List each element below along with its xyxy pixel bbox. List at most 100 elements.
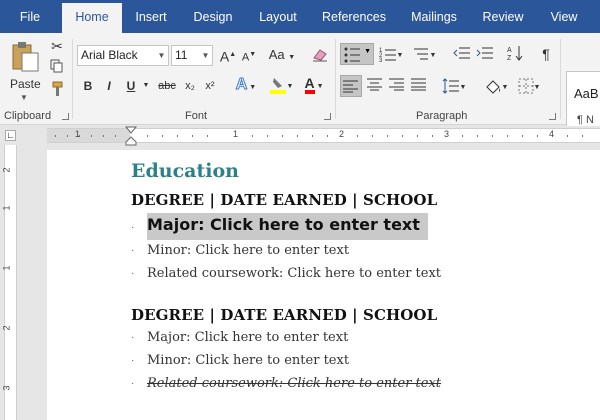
tab-references[interactable]: References	[310, 0, 398, 33]
tab-file[interactable]: File	[0, 0, 60, 33]
format-painter-icon[interactable]	[48, 81, 66, 99]
subscript-button[interactable]: x₂	[182, 77, 198, 95]
tab-insert[interactable]: Insert	[122, 0, 180, 33]
vruler-number: 2	[1, 325, 12, 331]
chevron-down-icon[interactable]: ▼	[142, 77, 150, 95]
ruler-tick	[67, 135, 68, 137]
align-right-icon[interactable]	[388, 77, 406, 95]
ruler-tick	[462, 135, 463, 137]
ruler-tick	[357, 135, 358, 137]
chevron-down-icon: ▼	[157, 51, 166, 60]
ruler-tick	[162, 135, 163, 137]
tab-mailings[interactable]: Mailings	[398, 0, 470, 33]
ruler-tick	[417, 135, 418, 137]
ruler-tick	[267, 135, 268, 137]
paragraph-launcher-icon[interactable]	[549, 113, 556, 120]
sort-icon[interactable]: AZ	[506, 45, 524, 63]
justify-icon[interactable]	[410, 77, 428, 95]
line-spacing-icon[interactable]: ▼	[440, 77, 468, 95]
align-center-icon[interactable]	[366, 77, 384, 95]
vruler-number: 2	[1, 167, 12, 173]
ruler-tick	[537, 135, 538, 137]
ribbon-home: Paste ▼ ✂ Clipboard Arial Black ▼ 11 ▼ A…	[0, 33, 600, 139]
ruler-tick	[492, 135, 493, 137]
text-effects-button[interactable]: A ▼	[233, 76, 259, 94]
tab-home[interactable]: Home	[62, 3, 122, 33]
ruler-tick	[297, 135, 298, 137]
paragraph-group-label: Paragraph	[416, 110, 468, 122]
font-launcher-icon[interactable]	[324, 113, 331, 120]
multilevel-list-icon[interactable]: ▼	[410, 45, 438, 63]
tab-review[interactable]: Review	[470, 0, 536, 33]
svg-text:Z: Z	[507, 55, 512, 61]
bullets-button[interactable]: ▼	[340, 43, 374, 65]
list-item[interactable]: Major: Click here to enter text	[147, 330, 348, 345]
entry-heading[interactable]: DEGREE | DATE EARNED | SCHOOL	[131, 306, 437, 324]
show-formatting-marks-button[interactable]: ¶	[537, 45, 555, 63]
list-item-strikethrough[interactable]: Related coursework: Click here to enter …	[147, 376, 441, 391]
bold-button[interactable]: B	[80, 77, 96, 95]
list-item[interactable]: Minor: Click here to enter text	[147, 353, 349, 368]
list-item[interactable]: Minor: Click here to enter text	[147, 243, 349, 258]
copy-icon[interactable]	[48, 59, 66, 77]
ruler-tick	[387, 135, 388, 137]
shading-icon[interactable]: ▼	[482, 77, 510, 95]
section-heading[interactable]: Education	[131, 160, 239, 182]
grow-font-button[interactable]: A▲	[219, 46, 237, 65]
superscript-button[interactable]: x²	[202, 77, 218, 95]
entry-heading[interactable]: DEGREE | DATE EARNED | SCHOOL	[131, 191, 437, 209]
underline-button[interactable]: U	[123, 77, 139, 95]
vertical-ruler[interactable]: 2 1 1 2 3	[0, 145, 20, 420]
font-name-combo[interactable]: Arial Black ▼	[77, 45, 169, 66]
vruler-number: 1	[1, 205, 12, 211]
font-color-icon: A	[304, 76, 315, 94]
shrink-font-button[interactable]: A▼	[240, 46, 258, 64]
grow-font-icon: A	[219, 48, 230, 65]
highlight-button[interactable]: ▼	[266, 76, 296, 95]
ruler-number: 4	[549, 129, 555, 139]
list-bullet: ·	[131, 268, 135, 279]
list-item[interactable]: Related coursework: Click here to enter …	[147, 266, 441, 281]
align-left-icon	[343, 80, 358, 93]
ruler-tick	[282, 135, 283, 137]
selected-list-item[interactable]: Major: Click here to enter text	[147, 215, 420, 234]
tab-selector-icon[interactable]: ∟	[5, 130, 16, 141]
group-divider	[335, 39, 336, 119]
tab-layout[interactable]: Layout	[246, 0, 310, 33]
ruler-tick	[402, 135, 403, 137]
cut-icon[interactable]: ✂	[48, 37, 66, 55]
font-size-value: 11	[175, 48, 188, 62]
paste-label: Paste	[10, 77, 41, 91]
italic-button[interactable]: I	[102, 77, 116, 95]
ruler-tick	[115, 135, 116, 137]
align-left-button[interactable]	[340, 75, 362, 97]
tab-view[interactable]: View	[536, 0, 592, 33]
borders-icon[interactable]: ▼	[516, 77, 542, 95]
font-color-button[interactable]: A ▼	[300, 76, 328, 94]
ribbon-tab-bar: File Home Insert Design Layout Reference…	[0, 0, 600, 33]
paste-icon	[12, 42, 39, 72]
clipboard-launcher-icon[interactable]	[62, 113, 69, 120]
vruler-number: 3	[1, 385, 12, 391]
indent-marker-icon[interactable]	[125, 126, 137, 146]
ruler-number: 3	[444, 129, 450, 139]
ruler-tick	[91, 135, 92, 137]
paste-button[interactable]: Paste ▼	[6, 39, 42, 102]
vertical-ruler-strip	[4, 145, 17, 420]
strikethrough-button[interactable]: abc	[156, 77, 178, 95]
numbering-icon[interactable]: 1 2 3 ▼	[378, 45, 404, 64]
change-case-button[interactable]: Aa ▼	[267, 46, 297, 64]
ruler-tick	[477, 135, 478, 137]
highlighter-icon	[269, 78, 286, 95]
increase-indent-icon[interactable]	[475, 45, 495, 63]
font-size-combo[interactable]: 11 ▼	[171, 45, 213, 66]
ruler-number: 1	[233, 129, 239, 139]
ruler-tick	[177, 135, 178, 137]
horizontal-ruler[interactable]: ∟ 1 1 2 3 4	[0, 126, 600, 146]
svg-text:A: A	[507, 47, 512, 54]
chevron-down-icon: ▼	[20, 93, 28, 102]
clear-formatting-icon[interactable]	[311, 46, 329, 64]
decrease-indent-icon[interactable]	[452, 45, 472, 63]
tab-design[interactable]: Design	[180, 0, 246, 33]
ruler-tick	[582, 135, 583, 137]
